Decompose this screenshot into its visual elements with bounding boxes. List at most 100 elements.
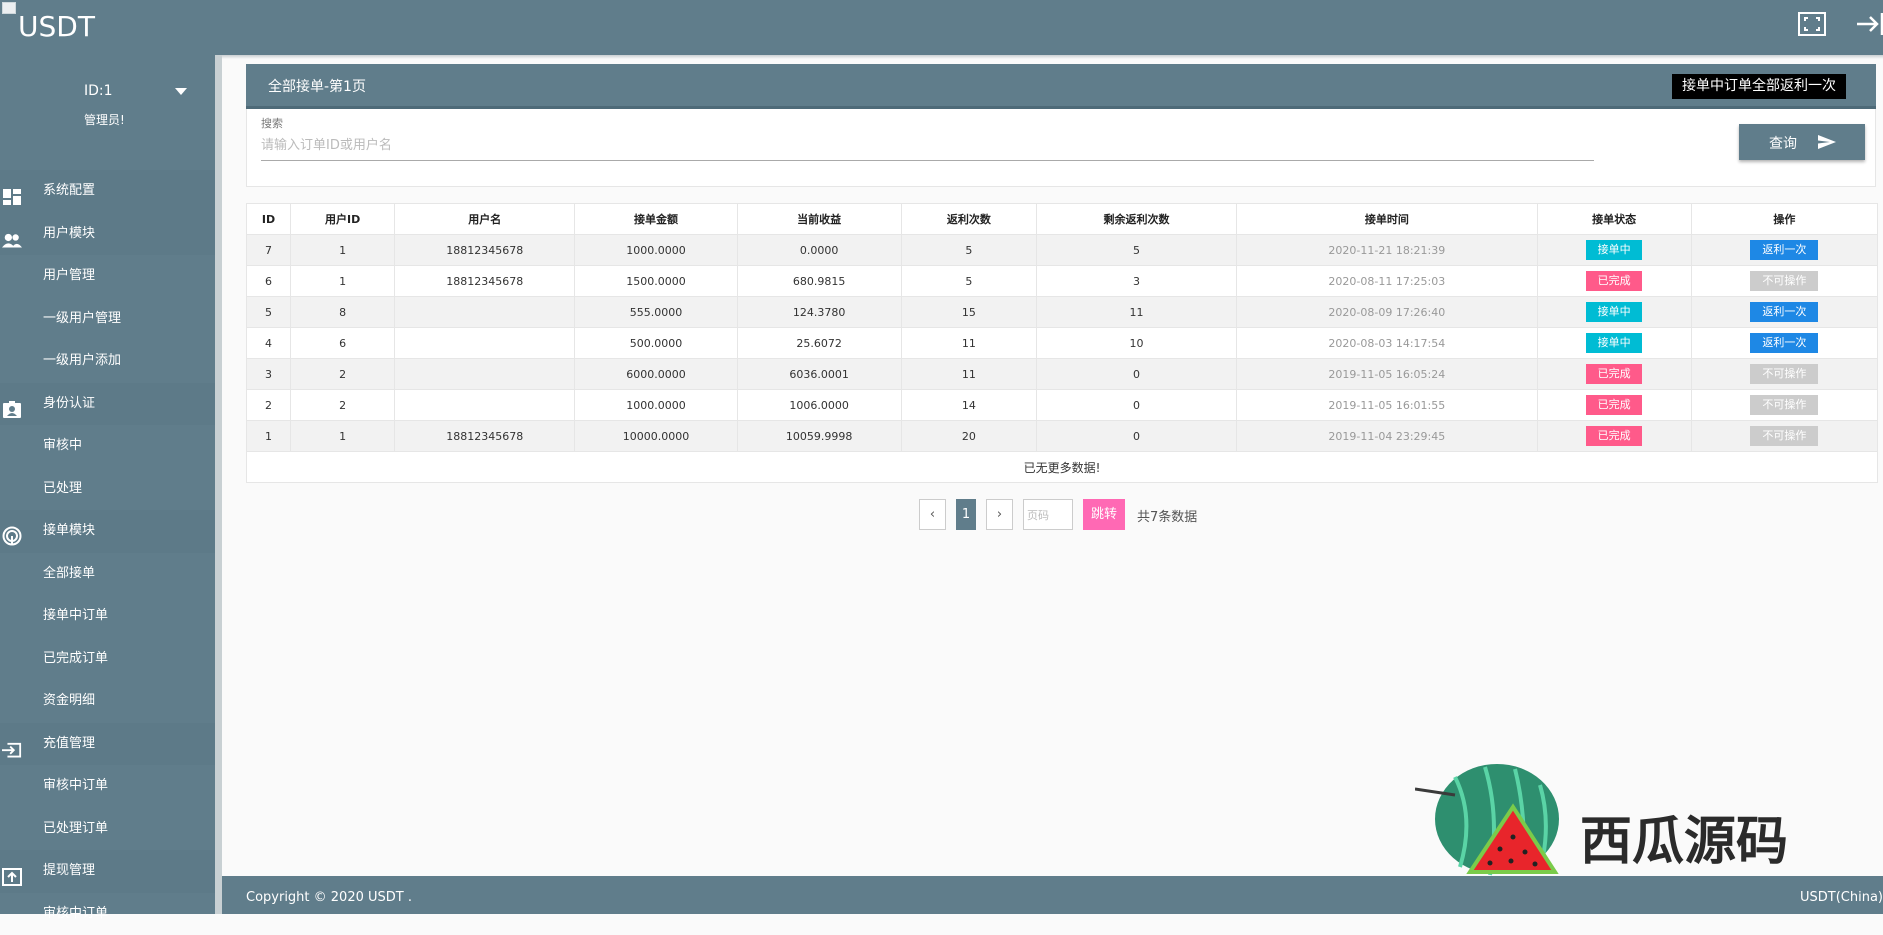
sidebar-item[interactable]: 已完成订单 [0,638,215,681]
column-header[interactable]: 剩余返利次数 [1036,204,1236,235]
cell-income: 1006.0000 [737,390,901,421]
status-badge: 接单中 [1586,302,1642,322]
table-row: 326000.00006036.00011102019-11-05 16:05:… [247,359,1878,390]
cell-action: 不可操作 [1691,359,1877,390]
cell-id: 7 [247,235,291,266]
disabled-action-button[interactable]: 不可操作 [1750,364,1818,384]
top-bar-shadow [0,55,1883,59]
chevron-down-icon[interactable] [175,88,187,95]
sidebar-item[interactable]: 一级用户添加 [0,340,215,383]
sidebar-item[interactable]: 已处理订单 [0,808,215,851]
cell-username [395,359,575,390]
cell-time: 2020-08-03 14:17:54 [1237,328,1537,359]
logout-icon[interactable] [1855,10,1883,38]
column-header[interactable]: 用户名 [395,204,575,235]
cell-amount: 555.0000 [575,297,737,328]
sidebar-item-label: 全部接单 [43,566,95,581]
column-header[interactable]: 操作 [1691,204,1877,235]
cell-uid: 2 [291,390,395,421]
current-page[interactable]: 1 [956,499,976,530]
search-input[interactable] [261,131,1594,161]
sidebar-item-label: 提现管理 [43,863,95,878]
cell-uid: 8 [291,297,395,328]
watermelon-logo-icon [1415,757,1575,887]
column-header[interactable]: ID [247,204,291,235]
sidebar-item[interactable]: 提现管理 [0,850,215,893]
prev-page-button[interactable]: ‹ [919,499,946,530]
cell-remaining: 0 [1036,359,1236,390]
cell-remaining: 5 [1036,235,1236,266]
cell-id: 4 [247,328,291,359]
sidebar-item-label: 审核中 [43,438,82,453]
sidebar-item[interactable]: 审核中订单 [0,765,215,808]
column-header[interactable]: 接单状态 [1537,204,1691,235]
sidebar-item[interactable]: 全部接单 [0,553,215,596]
fingerprint-icon [2,522,22,540]
pagination: ‹ 1 › 页码 跳转 共7条数据 [246,499,1878,531]
sidebar-item[interactable]: 用户管理 [0,255,215,298]
watermark: 西瓜源码 [1415,757,1835,887]
sidebar-item[interactable]: 系统配置 [0,170,215,213]
cell-id: 3 [247,359,291,390]
cell-uid: 6 [291,328,395,359]
query-button-label: 查询 [1769,133,1797,153]
disabled-action-button[interactable]: 不可操作 [1750,426,1818,446]
rebate-once-button[interactable]: 返利一次 [1750,240,1818,260]
cell-action: 不可操作 [1691,390,1877,421]
sidebar-item[interactable]: 资金明细 [0,680,215,723]
users-icon [2,225,22,243]
disabled-action-button[interactable]: 不可操作 [1750,271,1818,291]
sidebar-item[interactable]: 审核中 [0,425,215,468]
rebate-all-button[interactable]: 接单中订单全部返利一次 [1672,74,1846,99]
panel-header: 全部接单-第1页 接单中订单全部返利一次 [246,64,1876,109]
sidebar-item-label: 已处理 [43,481,82,496]
sidebar-item-label: 用户模块 [43,226,95,241]
page-title: 全部接单-第1页 [268,76,366,96]
rebate-once-button[interactable]: 返利一次 [1750,333,1818,353]
sidebar-item[interactable]: 身份认证 [0,383,215,426]
cell-income: 6036.0001 [737,359,901,390]
top-bar: USDT [0,0,1883,55]
status-badge: 已完成 [1586,271,1642,291]
sidebar-item[interactable]: 已处理 [0,468,215,511]
fullscreen-icon[interactable] [1797,10,1827,38]
table-row: 111881234567810000.000010059.99982002019… [247,421,1878,452]
sidebar-item[interactable]: 接单模块 [0,510,215,553]
cell-username: 18812345678 [395,421,575,452]
next-page-button[interactable]: › [986,499,1013,530]
cell-time: 2020-11-21 18:21:39 [1237,235,1537,266]
rebate-once-button[interactable]: 返利一次 [1750,302,1818,322]
cell-rebates: 5 [901,266,1036,297]
column-header[interactable]: 用户ID [291,204,395,235]
page-number-input[interactable]: 页码 [1023,499,1073,530]
app-logo[interactable]: USDT [18,10,95,43]
sidebar-nav: 系统配置用户模块用户管理一级用户管理一级用户添加身份认证审核中已处理接单模块全部… [0,170,215,935]
cell-id: 6 [247,266,291,297]
column-header[interactable]: 当前收益 [737,204,901,235]
table-row: 61188123456781500.0000680.9815532020-08-… [247,266,1878,297]
user-id[interactable]: ID:1 [84,83,113,99]
cell-remaining: 3 [1036,266,1236,297]
cell-rebates: 11 [901,328,1036,359]
no-more-data: 已无更多数据! [247,452,1878,483]
cell-income: 680.9815 [737,266,901,297]
cell-rebates: 5 [901,235,1036,266]
cell-uid: 2 [291,359,395,390]
cell-username [395,297,575,328]
sidebar-item[interactable]: 一级用户管理 [0,298,215,341]
disabled-action-button[interactable]: 不可操作 [1750,395,1818,415]
query-button[interactable]: 查询 [1739,124,1865,160]
sidebar-item[interactable]: 用户模块 [0,213,215,256]
sidebar-item[interactable]: 接单中订单 [0,595,215,638]
column-header[interactable]: 返利次数 [901,204,1036,235]
table-row: 46500.000025.607211102020-08-03 14:17:54… [247,328,1878,359]
cell-id: 2 [247,390,291,421]
cell-uid: 1 [291,235,395,266]
cell-remaining: 0 [1036,390,1236,421]
cell-time: 2020-08-11 17:25:03 [1237,266,1537,297]
sidebar-item[interactable]: 充值管理 [0,723,215,766]
column-header[interactable]: 接单金额 [575,204,737,235]
jump-button[interactable]: 跳转 [1083,499,1125,530]
column-header[interactable]: 接单时间 [1237,204,1537,235]
cell-amount: 500.0000 [575,328,737,359]
